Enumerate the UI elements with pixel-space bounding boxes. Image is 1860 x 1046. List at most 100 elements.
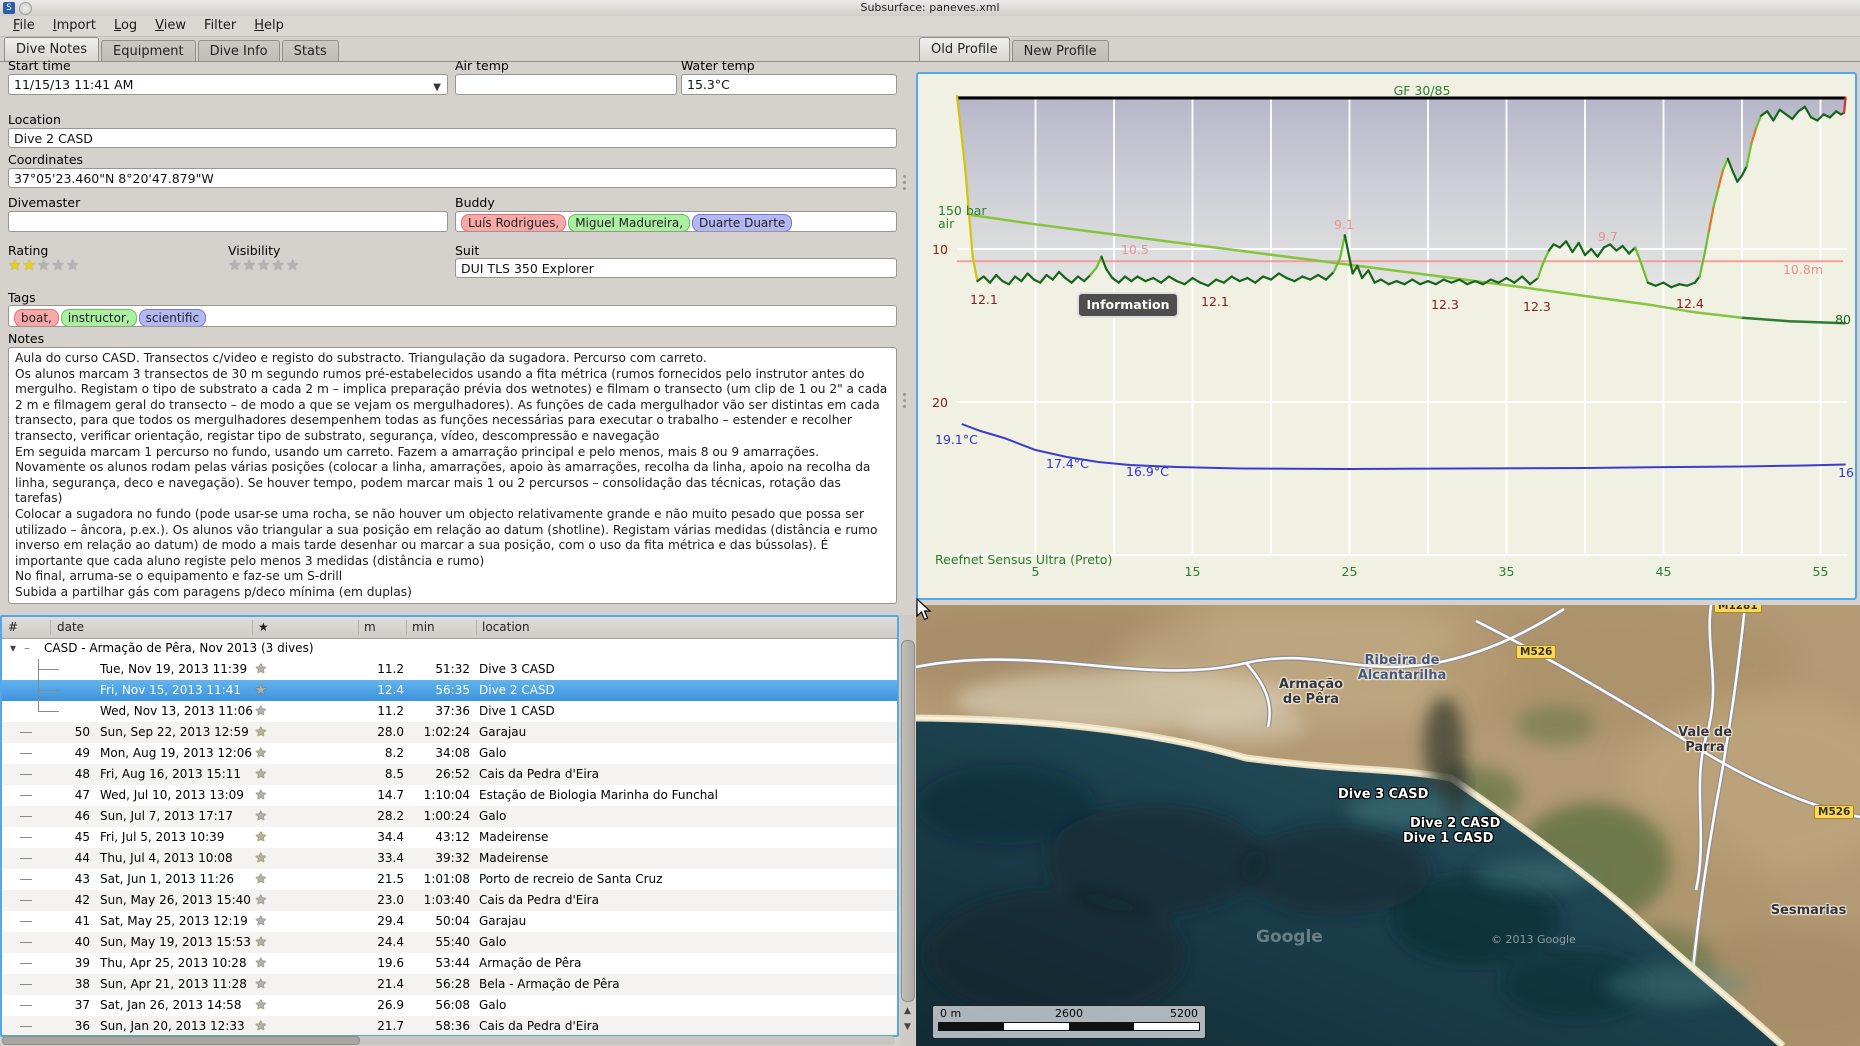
scale-mid: 2600 [1055, 1007, 1083, 1020]
dive-row[interactable]: 43 Sat, Jun 1, 2013 11:26 ★ ★ ★ ★ ★ 21.5 1:01:08… [2, 869, 897, 890]
dive-site-map[interactable]: Google © 2013 Google 0 m 2600 5200 Armaç… [916, 605, 1860, 1046]
star-icon: ★ [255, 1019, 267, 1034]
dive-location: Bela - Armação de Pêra [479, 977, 620, 991]
dive-row[interactable]: Tue, Nov 19, 2013 11:39 ★ ★ ★ ★ ★ 11.2 51:32 Div… [2, 659, 897, 680]
vscrollbar-thumb[interactable] [901, 640, 915, 1002]
star-icon: ★ [51, 256, 65, 274]
dive-row[interactable]: 38 Sun, Apr 21, 2013 11:28 ★ ★ ★ ★ ★ 21.4 56:28 B… [2, 974, 897, 995]
col-duration[interactable]: min [412, 617, 435, 637]
col-num[interactable]: # [8, 617, 18, 637]
dive-row[interactable]: 48 Fri, Aug 16, 2013 15:11 ★ ★ ★ ★ ★ 8.5 26:52 Ca… [2, 764, 897, 785]
svg-text:35: 35 [1499, 564, 1515, 579]
title-bar[interactable]: S Subsurface: paneves.xml [0, 0, 1860, 17]
dive-row[interactable]: Wed, Nov 13, 2013 11:06 ★ ★ ★ ★ ★ 11.2 37:36 Div… [2, 701, 897, 722]
start-time-combo[interactable]: 11/15/13 11:41 AM ▼ [8, 74, 448, 95]
buddy-input[interactable]: Luís Rodrigues, Miguel Madureira, Duarte D… [455, 211, 897, 232]
svg-text:12.3: 12.3 [1431, 297, 1459, 312]
information-tooltip: Information [1077, 292, 1179, 318]
coordinates-input[interactable]: 37°05'23.460"N 8°20'47.879"W [8, 168, 897, 188]
dive-location: Cais da Pedra d'Eira [479, 893, 599, 907]
dive-row[interactable]: 39 Thu, Apr 25, 2013 10:28 ★ ★ ★ ★ ★ 19.6 53:44 A… [2, 953, 897, 974]
dive-trip-group-row[interactable]: ▾ – CASD - Armação de Pêra, Nov 2013 (3 … [2, 638, 897, 659]
suit-input[interactable]: DUI TLS 350 Explorer [455, 258, 897, 278]
menu-import[interactable]: Import [44, 16, 105, 36]
menu-help[interactable]: Help [245, 16, 293, 36]
dive-location: Estação de Biologia Marinha do Funchal [479, 788, 718, 802]
tab-stats[interactable]: Stats [281, 40, 339, 61]
col-depth[interactable]: m [364, 617, 376, 637]
tab-new-profile[interactable]: New Profile [1011, 40, 1109, 61]
notes-label: Notes [8, 331, 45, 346]
window-menu-button[interactable] [19, 2, 32, 15]
dive-date: Thu, Jul 4, 2013 10:08 [100, 851, 233, 865]
dive-number: 42 [74, 893, 90, 907]
col-location[interactable]: location [482, 617, 530, 637]
water-temp-input[interactable]: 15.3°C [681, 74, 897, 95]
dive-date: Sun, Jan 20, 2013 12:33 [100, 1019, 245, 1033]
star-icon: ★ [255, 746, 267, 761]
dive-depth: 29.4 [377, 914, 404, 928]
dive-number: 38 [74, 977, 90, 991]
rating-stars[interactable]: ★★★★★ [8, 256, 80, 274]
dive-row[interactable]: 40 Sun, May 19, 2013 15:53 ★ ★ ★ ★ ★ 24.4 55:40 G… [2, 932, 897, 953]
splitter-handle[interactable] [903, 390, 906, 414]
dive-date: Mon, Aug 19, 2013 12:06 [100, 746, 253, 760]
dive-row[interactable]: 49 Mon, Aug 19, 2013 12:06 ★ ★ ★ ★ ★ 8.2 34:08 Ga… [2, 743, 897, 764]
col-stars[interactable]: ★ [258, 617, 269, 637]
splitter-handle[interactable] [903, 172, 906, 196]
tags-input[interactable]: boat, instructor, scientific [8, 305, 897, 327]
dive-location: Madeirense [479, 851, 549, 865]
scroll-down-icon[interactable]: ▼ [901, 1020, 914, 1035]
col-date[interactable]: date [57, 617, 84, 637]
dive-date: Thu, Apr 25, 2013 10:28 [100, 956, 247, 970]
menu-log[interactable]: Log [105, 16, 146, 36]
star-icon: ★ [8, 256, 22, 274]
menu-filter[interactable]: Filter [195, 16, 245, 36]
dive-row[interactable]: 42 Sun, May 26, 2013 15:40 ★ ★ ★ ★ ★ 23.0 1:03:4… [2, 890, 897, 911]
dive-depth: 19.6 [377, 956, 404, 970]
dive-row[interactable]: 36 Sun, Jan 20, 2013 12:33 ★ ★ ★ ★ ★ 21.7 58:36 C… [2, 1016, 897, 1035]
dive-row[interactable]: 45 Fri, Jul 5, 2013 10:39 ★ ★ ★ ★ ★ 34.4 43:12 Ma… [2, 827, 897, 848]
dive-row[interactable]: 50 Sun, Sep 22, 2013 12:59 ★ ★ ★ ★ ★ 28.0 1:02:2… [2, 722, 897, 743]
location-input[interactable]: Dive 2 CASD [8, 128, 897, 148]
collapse-arrow-icon[interactable]: ▾ [10, 638, 16, 659]
dive-row[interactable]: Fri, Nov 15, 2013 11:41 ★ ★ ★ ★ ★ 12.4 56:35 Div… [2, 680, 897, 701]
start-time-value: 11/15/13 11:41 AM [14, 77, 134, 92]
dive-depth: 8.2 [384, 746, 404, 760]
mouse-cursor [916, 598, 932, 621]
dive-location: Madeirense [479, 830, 549, 844]
tab-old-profile[interactable]: Old Profile [919, 37, 1010, 61]
divemaster-input[interactable] [8, 211, 448, 232]
map-place-label: Sesmarias [1770, 903, 1847, 918]
dive-row[interactable]: 37 Sat, Jan 26, 2013 14:58 ★ ★ ★ ★ ★ 26.9 56:08 G… [2, 995, 897, 1016]
google-watermark: Google [1256, 927, 1323, 947]
dive-row[interactable]: 46 Sun, Jul 7, 2013 17:17 ★ ★ ★ ★ ★ 28.2 1:00:24… [2, 806, 897, 827]
dive-row[interactable]: 41 Sat, May 25, 2013 12:19 ★ ★ ★ ★ ★ 29.4 50:04 G… [2, 911, 897, 932]
map-place-label: Vale de Parra [1677, 725, 1733, 755]
dive-site-label: Dive 1 CASD [1403, 831, 1494, 846]
dive-location: Garajau [479, 725, 527, 739]
hscrollbar-thumb[interactable] [2, 1036, 360, 1045]
svg-text:10.5: 10.5 [1121, 242, 1149, 257]
dive-list-header[interactable]: # date ★ m min location [2, 617, 897, 639]
dive-duration: 1:03:40 [423, 893, 470, 907]
visibility-stars[interactable]: ★★★★★ [228, 256, 300, 274]
dive-list[interactable]: # date ★ m min location ▾ – CASD - Armaç… [0, 615, 899, 1037]
dive-profile-chart[interactable]: GF 30/85 150 bar air 10 20 12.1 10.5 12.1 9.1 12.… [916, 72, 1857, 600]
tab-divider [913, 61, 1860, 62]
dive-number: 46 [74, 809, 90, 823]
dive-duration: 51:32 [435, 662, 470, 676]
tab-dive-info[interactable]: Dive Info [197, 40, 280, 61]
menu-view[interactable]: View [146, 16, 195, 36]
star-icon: ★ [271, 256, 285, 274]
notes-textarea[interactable]: Aula do curso CASD. Transectos c/video e… [8, 347, 897, 604]
tab-equipment[interactable]: Equipment [101, 40, 196, 61]
dive-location: Galo [479, 809, 507, 823]
air-temp-input[interactable] [455, 74, 677, 95]
menu-file[interactable]: File [4, 16, 44, 36]
buddy-pill: Miguel Madureira, [568, 214, 691, 231]
dive-row[interactable]: 47 Wed, Jul 10, 2013 13:09 ★ ★ ★ ★ ★ 14.7 1:10:0… [2, 785, 897, 806]
scroll-up-icon[interactable]: ▲ [901, 1004, 914, 1019]
dive-depth: 8.5 [384, 767, 404, 781]
dive-row[interactable]: 44 Thu, Jul 4, 2013 10:08 ★ ★ ★ ★ ★ 33.4 39:32 Ma… [2, 848, 897, 869]
